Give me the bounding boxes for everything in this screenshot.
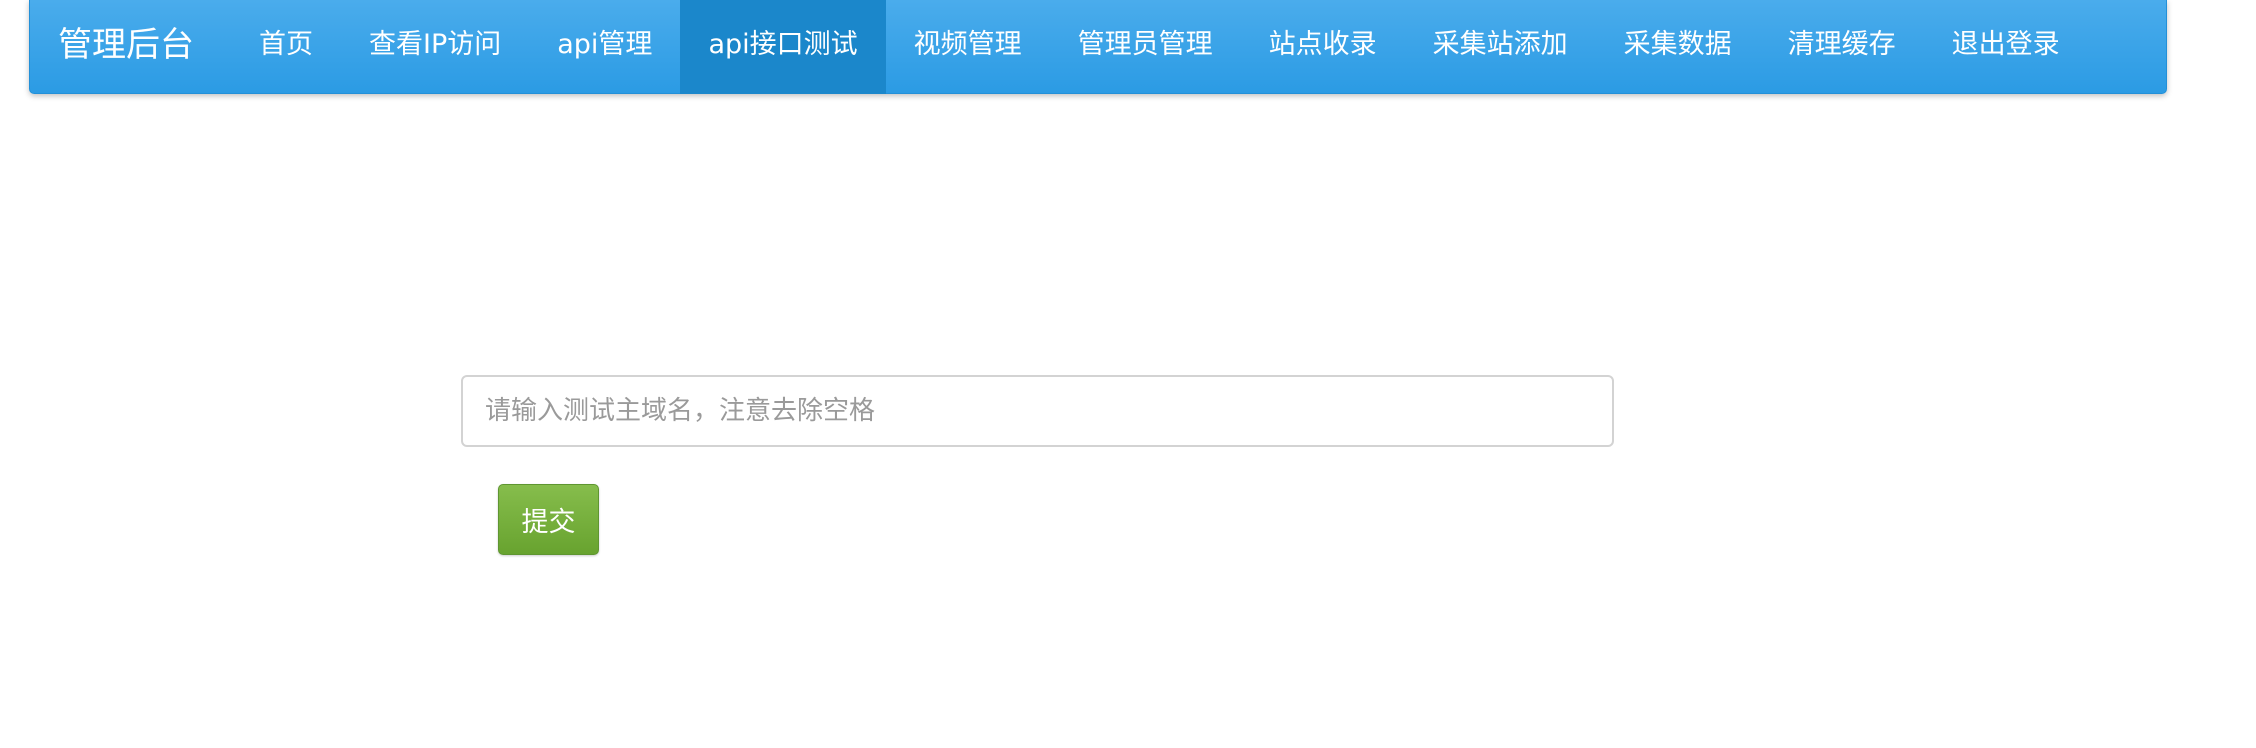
nav-item-api-test[interactable]: api接口测试 (680, 0, 886, 94)
nav-item-api-management[interactable]: api管理 (529, 0, 680, 94)
nav-item-add-source[interactable]: 采集站添加 (1405, 0, 1596, 94)
domain-input[interactable] (461, 375, 1614, 447)
nav-item-home[interactable]: 首页 (231, 0, 341, 94)
nav-item-admin-management[interactable]: 管理员管理 (1050, 0, 1241, 94)
nav-item-site-indexing[interactable]: 站点收录 (1241, 0, 1405, 94)
nav-item-ip-visits[interactable]: 查看IP访问 (341, 0, 529, 94)
main-nav: 首页 查看IP访问 api管理 api接口测试 视频管理 管理员管理 站点收录 … (231, 0, 2088, 94)
nav-item-collect-data[interactable]: 采集数据 (1596, 0, 1760, 94)
nav-item-video-management[interactable]: 视频管理 (886, 0, 1050, 94)
brand-title[interactable]: 管理后台 (58, 0, 194, 94)
submit-button[interactable]: 提交 (498, 484, 599, 555)
top-navbar: 管理后台 首页 查看IP访问 api管理 api接口测试 视频管理 管理员管理 … (29, 0, 2167, 94)
nav-item-clear-cache[interactable]: 清理缓存 (1760, 0, 1924, 94)
nav-item-logout[interactable]: 退出登录 (1924, 0, 2088, 94)
